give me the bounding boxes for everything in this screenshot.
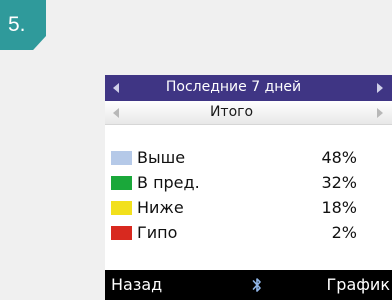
view-selector: Итого bbox=[105, 101, 392, 125]
legend-value: 2% bbox=[331, 223, 357, 242]
legend-row-below: Ниже 18% bbox=[105, 197, 392, 219]
legend-value: 32% bbox=[321, 173, 357, 192]
below-color-swatch bbox=[111, 201, 132, 215]
in-range-color-swatch bbox=[111, 176, 132, 190]
period-title: Последние 7 дней bbox=[165, 79, 302, 95]
bluetooth-icon bbox=[252, 278, 261, 292]
legend-value: 48% bbox=[321, 148, 357, 167]
device-screen: Последние 7 дней Итого Выше 48% В пред. … bbox=[105, 75, 392, 300]
legend-row-in-range: В пред. 32% bbox=[105, 172, 392, 194]
graph-softkey[interactable]: График bbox=[327, 275, 390, 294]
back-softkey[interactable]: Назад bbox=[111, 275, 162, 294]
legend-label: Ниже bbox=[137, 198, 184, 217]
next-period-arrow-icon[interactable] bbox=[377, 83, 383, 93]
legend-label: Гипо bbox=[137, 223, 178, 242]
period-header: Последние 7 дней bbox=[105, 75, 392, 101]
legend-label: Выше bbox=[137, 148, 186, 167]
hypo-color-swatch bbox=[111, 226, 132, 240]
view-title: Итого bbox=[209, 104, 254, 120]
legend-row-above: Выше 48% bbox=[105, 147, 392, 169]
step-number-badge: 5. bbox=[0, 0, 46, 50]
softkey-bar: Назад График bbox=[105, 270, 392, 300]
legend-label: В пред. bbox=[137, 173, 200, 192]
legend-row-hypo: Гипо 2% bbox=[105, 222, 392, 244]
legend-value: 18% bbox=[321, 198, 357, 217]
above-color-swatch bbox=[111, 151, 132, 165]
next-view-arrow-icon[interactable] bbox=[377, 108, 383, 118]
